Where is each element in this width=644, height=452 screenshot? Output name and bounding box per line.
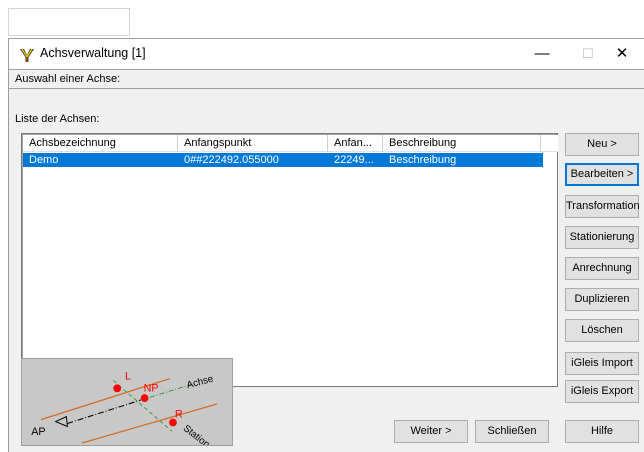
weiter-button[interactable]: Weiter > <box>394 420 468 443</box>
axis-diagram: L NP R AP Achse Station <box>21 358 233 446</box>
list-header: Achsbezeichnung Anfangspunkt Anfan... Be… <box>23 135 558 152</box>
label-r: R <box>175 409 183 421</box>
column-header-anfan[interactable]: Anfan... <box>328 135 383 152</box>
start-arrow-icon <box>54 415 68 428</box>
axis-list-label: Liste der Achsen: <box>15 113 100 125</box>
stationierung-button[interactable]: Stationierung <box>565 226 639 249</box>
background-window-fragment <box>8 8 130 36</box>
anrechnung-button[interactable]: Anrechnung <box>565 257 639 280</box>
label-achse: Achse <box>186 374 215 392</box>
cell-anfan: 22249... <box>334 154 374 166</box>
axis-line-black <box>67 399 141 425</box>
column-header-beschreibung[interactable]: Beschreibung <box>383 135 541 152</box>
neu-button[interactable]: Neu > <box>565 133 639 156</box>
transformation-button[interactable]: Transformation <box>565 195 640 218</box>
column-header-anfangspunkt[interactable]: Anfangspunkt <box>178 135 328 152</box>
achsverwaltung-window: Achsverwaltung [1] — ☐ ✕ Auswahl einer A… <box>8 38 644 452</box>
duplizieren-button[interactable]: Duplizieren <box>565 288 639 311</box>
app-logo-icon <box>20 48 34 62</box>
loeschen-button[interactable]: Löschen <box>565 319 639 342</box>
cell-anfangspunkt: 0##222492.055000 <box>184 154 279 166</box>
point-np <box>140 394 149 402</box>
label-ap: AP <box>31 426 45 438</box>
close-button[interactable]: ✕ <box>599 39 644 69</box>
label-np: NP <box>144 382 159 394</box>
cell-beschreibung: Beschreibung <box>389 154 457 166</box>
selection-strip: Auswahl einer Achse: <box>9 69 644 89</box>
schliessen-button[interactable]: Schließen <box>475 420 549 443</box>
axis-list[interactable]: Achsbezeichnung Anfangspunkt Anfan... Be… <box>21 133 558 387</box>
table-row[interactable]: Demo 0##222492.055000 22249... Beschreib… <box>23 153 543 167</box>
cell-achsbezeichnung: Demo <box>29 154 59 166</box>
hilfe-button[interactable]: Hilfe <box>565 420 639 443</box>
igleis-import-button[interactable]: iGleis Import <box>565 352 639 375</box>
bearbeiten-button[interactable]: Bearbeiten > <box>565 163 639 186</box>
strip-label: Auswahl einer Achse: <box>15 73 121 85</box>
point-l <box>113 384 122 393</box>
column-header-achsbezeichnung[interactable]: Achsbezeichnung <box>23 135 178 152</box>
label-l: L <box>125 371 131 383</box>
minimize-button[interactable]: — <box>519 39 565 69</box>
label-station: Station <box>181 423 212 446</box>
window-title: Achsverwaltung [1] <box>40 46 146 60</box>
igleis-export-button[interactable]: iGleis Export <box>565 380 639 403</box>
title-bar: Achsverwaltung [1] — ☐ ✕ <box>9 39 644 69</box>
